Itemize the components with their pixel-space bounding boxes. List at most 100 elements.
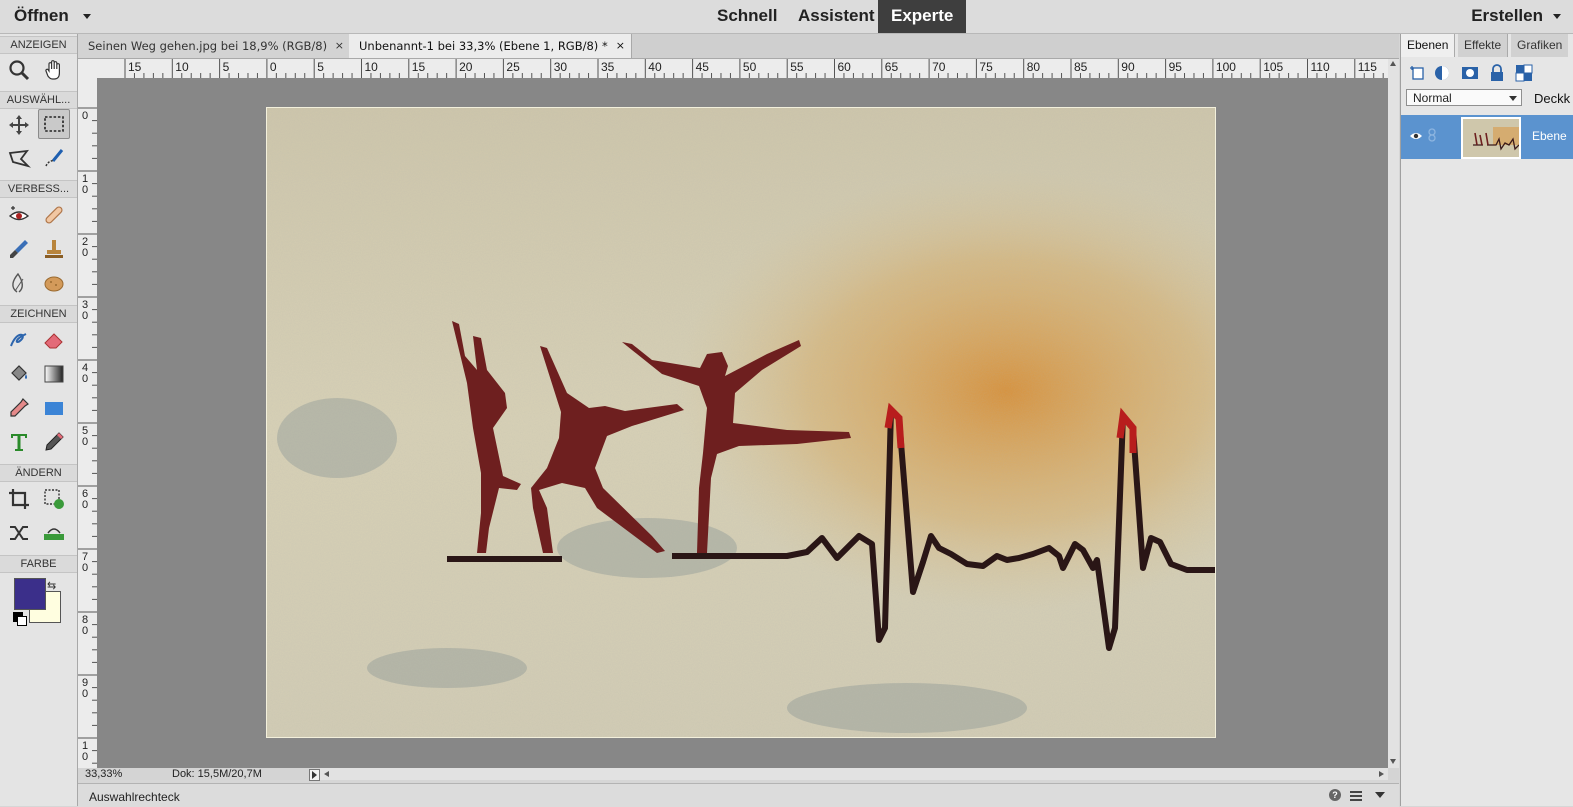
opacity-label: Deckk [1534,91,1571,106]
crop-tool-icon[interactable] [3,484,35,514]
marquee-tool-icon[interactable] [38,109,70,139]
active-tool-name: Auswahlrechteck [89,790,180,804]
vertical-scrollbar[interactable] [1388,59,1399,768]
toolbox: ANZEIGEN AUSWÄHL... VERBESS... ZEICHNEN [0,34,78,806]
mode-expert[interactable]: Experte [878,0,967,33]
ruler-label: 60 [837,60,851,74]
scroll-right-icon[interactable] [1379,771,1384,777]
scroll-left-icon[interactable] [324,771,329,777]
ruler-label: 70 [932,60,946,74]
tool-options-bar: Auswahlrechteck ? [78,783,1399,807]
section-modify: ÄNDERN [0,464,77,482]
clone-stamp-icon[interactable] [38,234,70,264]
status-menu-icon[interactable] [309,769,320,781]
tab-layers[interactable]: Ebenen [1401,34,1456,57]
ruler-label: 10 [175,60,189,74]
open-label: Öffnen [14,6,69,25]
hand-tool-icon[interactable] [38,55,70,85]
ruler-label: 15 [411,60,426,74]
healing-brush-icon[interactable] [38,200,70,230]
tab-effects[interactable]: Effekte [1458,34,1509,57]
close-icon[interactable]: × [335,34,344,58]
new-layer-icon[interactable] [1409,64,1427,82]
ruler-label: 80 [81,614,89,637]
ruler-label: 20 [81,236,89,259]
ruler-label: 0 [81,110,89,122]
ruler-label: 100 [1215,60,1236,74]
brush-tool-icon[interactable] [3,325,35,355]
ruler-label: 5 [222,60,230,74]
adjustment-layer-icon[interactable] [1433,64,1451,82]
lock-icon[interactable] [1488,64,1506,82]
quick-selection-tool-icon[interactable] [38,144,70,174]
horizontal-ruler: 15 10 5 0 5 10 15 20 25 30 35 40 45 50 55 60 65 70 75 80 85 9… [78,59,1388,79]
ruler-label: 50 [742,60,757,74]
link-icon[interactable] [1428,128,1436,145]
ruler-label: 45 [695,60,709,74]
ruler-label: 35 [601,60,615,74]
ruler-label: 105 [1263,60,1284,74]
open-button[interactable]: Öffnen [14,5,91,27]
tab-document-1[interactable]: Seinen Weg gehen.jpg bei 18,9% (RGB/8) × [78,34,351,58]
top-menu-bar: Öffnen Schnell Assistent Experte Erstell… [0,0,1573,34]
type-tool-icon[interactable] [3,427,35,457]
mode-guided[interactable]: Assistent [785,0,888,33]
chevron-down-icon [1553,13,1561,19]
lock-transparency-icon[interactable] [1515,64,1533,82]
chevron-down-icon [82,13,91,19]
ruler-label: 50 [81,425,89,448]
foreground-color-swatch[interactable] [14,578,46,610]
visibility-eye-icon[interactable] [1409,130,1423,144]
scroll-down-icon[interactable] [1390,759,1396,764]
red-eye-tool-icon[interactable] [3,200,35,230]
sponge-tool-icon[interactable] [38,268,70,298]
tab-document-2[interactable]: Unbenannt-1 bei 33,3% (Ebene 1, RGB/8) *… [349,34,632,58]
tab-graphics[interactable]: Grafiken [1511,34,1569,57]
ruler-label: 20 [459,60,473,74]
chevron-down-icon[interactable] [1375,792,1385,798]
ruler-label: 10 [81,740,89,763]
pencil-tool-icon[interactable] [38,427,70,457]
blend-mode-select[interactable]: Normal [1406,89,1522,106]
layer-name[interactable]: Ebene [1532,129,1567,143]
recompose-tool-icon[interactable] [38,484,70,514]
help-icon[interactable]: ? [1329,789,1341,801]
layers-panel: Ebenen Effekte Grafiken Normal Deckk Ebe… [1400,34,1573,806]
blur-tool-icon[interactable] [3,268,35,298]
smart-brush-icon[interactable] [3,234,35,264]
artwork-image[interactable] [266,107,1216,738]
section-select: AUSWÄHL... [0,91,77,109]
canvas-area[interactable] [97,78,1388,768]
ruler-label: 40 [648,60,662,74]
options-menu-icon[interactable] [1350,789,1362,801]
eraser-tool-icon[interactable] [38,325,70,355]
eyedropper-icon[interactable] [3,393,35,423]
rectangle-shape-icon[interactable] [38,393,70,423]
ruler-label: 95 [1168,60,1182,74]
straighten-tool-icon[interactable] [38,518,70,548]
close-icon[interactable]: × [616,34,625,58]
layer-row[interactable]: Ebene [1401,115,1573,159]
content-aware-move-icon[interactable] [3,518,35,548]
document-size: Dok: 15,5M/20,7M [172,768,262,780]
ruler-label: 5 [317,60,324,74]
ruler-label: 70 [81,551,89,574]
mode-quick[interactable]: Schnell [704,0,790,33]
zoom-tool-icon[interactable] [3,55,35,85]
move-tool-icon[interactable] [3,110,35,140]
paint-bucket-icon[interactable] [3,359,35,389]
swap-colors-icon[interactable]: ⇆ [47,579,56,592]
tab-title: Unbenannt-1 bei 33,3% (Ebene 1, RGB/8) * [359,39,608,53]
default-colors-icon[interactable] [13,612,27,626]
create-button[interactable]: Erstellen [1471,5,1561,27]
scroll-up-icon[interactable] [1390,61,1396,66]
document-tabs: Seinen Weg gehen.jpg bei 18,9% (RGB/8) ×… [78,34,1399,59]
zoom-level[interactable]: 33,33% [85,768,122,781]
vertical-ruler: 0 10 20 30 40 50 60 70 80 90 10 [78,78,98,768]
ruler-label: 90 [81,677,89,700]
horizontal-scrollbar[interactable] [320,768,1388,780]
layer-mask-icon[interactable] [1461,64,1479,82]
ruler-label: 85 [1074,60,1088,74]
lasso-tool-icon[interactable] [3,144,35,174]
gradient-tool-icon[interactable] [38,359,70,389]
